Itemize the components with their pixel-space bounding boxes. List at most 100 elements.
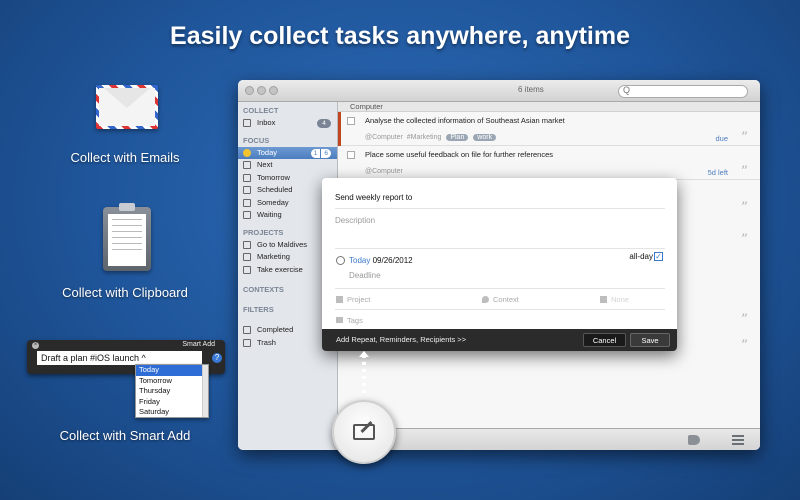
task-row[interactable]: Place some useful feedback on file for f… — [338, 146, 760, 180]
dropdown-option-tomorrow[interactable]: Tomorrow — [136, 376, 208, 387]
bottom-toolbar — [338, 428, 760, 450]
today-overdue-count: 1 — [310, 148, 322, 158]
project-label: Project — [347, 295, 371, 304]
items-count: 6 items — [518, 85, 544, 94]
sidebar-item-label: Completed — [257, 325, 294, 334]
all-day-label: all-day — [629, 252, 653, 261]
quick-entry-popup: Send weekly report to Description Today … — [322, 178, 677, 351]
smart-add-input[interactable]: Draft a plan #iOS launch ^ — [37, 351, 202, 365]
list-view-icon[interactable] — [732, 435, 744, 445]
divider — [335, 248, 665, 249]
date-value: 09/26/2012 — [372, 256, 413, 265]
sidebar-item-label: Trash — [257, 337, 276, 347]
deadline-field[interactable]: Deadline — [349, 271, 381, 280]
headline: Easily collect tasks anywhere, anytime — [170, 22, 630, 50]
close-icon[interactable]: × — [32, 342, 39, 349]
sidebar-item-label: Scheduled — [257, 185, 293, 194]
collect-smart-add-label: Collect with Smart Add — [59, 428, 191, 443]
star-icon — [243, 148, 251, 157]
help-icon[interactable]: ? — [212, 353, 222, 363]
flag-icon — [600, 296, 607, 303]
context-label: Context — [493, 295, 519, 304]
divider — [335, 208, 665, 209]
task-checkbox[interactable] — [347, 117, 355, 125]
zoom-window-button[interactable] — [269, 86, 278, 95]
state-field[interactable]: None — [600, 295, 629, 304]
task-checkbox[interactable] — [347, 151, 355, 159]
project-icon — [243, 253, 251, 261]
paper-plane-icon — [243, 211, 251, 219]
today-total-count: 6 — [321, 148, 331, 158]
task-meta: @Computer #Marketing Plan work — [365, 134, 497, 141]
clipboard-icon — [103, 203, 151, 271]
cancel-button[interactable]: Cancel — [583, 333, 626, 347]
checkbox-icon — [243, 326, 251, 334]
more-options-link[interactable]: Add Repeat, Reminders, Recipients >> — [336, 335, 466, 344]
sidebar-item-label: Next — [257, 160, 273, 169]
divider — [335, 288, 665, 289]
envelope-icon — [96, 85, 158, 129]
note-icon[interactable]: ” — [741, 164, 748, 180]
note-icon[interactable]: ” — [741, 130, 748, 146]
task-title: Place some useful feedback on file for f… — [365, 150, 554, 159]
sidebar-item-label: Inbox — [257, 118, 276, 127]
project-field[interactable]: Project — [336, 295, 370, 304]
dropdown-option-thursday[interactable]: Thursday — [136, 386, 208, 397]
note-icon[interactable]: ” — [741, 312, 748, 328]
due-status: due — [715, 134, 728, 143]
task-title-input[interactable]: Send weekly report to — [335, 193, 412, 202]
tags-field[interactable]: Tags — [336, 316, 363, 325]
date-today: Today — [349, 256, 371, 265]
task-row[interactable]: Analyse the collected information of Sou… — [338, 112, 760, 146]
sidebar-item-next[interactable]: Next — [238, 159, 337, 172]
calendar-icon — [243, 198, 251, 207]
task-context: @Computer — [365, 168, 403, 175]
quick-entry-footer: Add Repeat, Reminders, Recipients >> Can… — [322, 329, 677, 351]
task-context: @Computer — [365, 134, 403, 141]
clock-icon — [336, 256, 345, 265]
tags-label: Tags — [347, 316, 363, 325]
minimize-window-button[interactable] — [257, 86, 266, 95]
context-field[interactable]: Context — [482, 295, 519, 304]
collect-emails-label: Collect with Emails — [70, 150, 180, 165]
tag-icon[interactable] — [688, 435, 700, 445]
due-status: 5d left — [707, 168, 728, 177]
dropdown-scrollbar[interactable] — [202, 365, 208, 417]
calendar-icon — [243, 186, 251, 194]
inbox-icon — [243, 119, 251, 127]
tag-badge[interactable]: work — [473, 134, 497, 141]
smart-add-title: Smart Add — [182, 341, 215, 348]
sidebar-item-label: Go to Maldives — [257, 239, 308, 249]
task-hashtag: #Marketing — [406, 134, 442, 141]
dropdown-option-saturday[interactable]: Saturday — [136, 407, 208, 417]
description-input[interactable]: Description — [335, 216, 375, 225]
project-icon — [243, 240, 251, 249]
close-window-button[interactable] — [245, 86, 254, 95]
sidebar-item-inbox[interactable]: Inbox 4 — [238, 117, 337, 130]
sidebar-item-label: Someday — [257, 197, 289, 207]
task-title: Analyse the collected information of Sou… — [365, 116, 565, 125]
sidebar-item-label: Marketing — [257, 252, 290, 261]
date-field[interactable]: Today 09/26/2012 — [349, 256, 413, 265]
note-icon[interactable]: ” — [741, 200, 748, 216]
smart-add-dropdown: Today Tomorrow Thursday Friday Saturday — [135, 364, 209, 418]
sidebar-item-today[interactable]: Today 1 6 — [238, 146, 337, 159]
dotted-connector — [362, 355, 366, 395]
all-day-checkbox[interactable]: ✓ — [654, 252, 663, 261]
dropdown-option-friday[interactable]: Friday — [136, 397, 208, 408]
dropdown-option-today[interactable]: Today — [136, 365, 208, 376]
task-meta: @Computer — [365, 168, 403, 175]
calendar-icon — [243, 173, 251, 182]
note-icon[interactable]: ” — [741, 338, 748, 354]
note-icon[interactable]: ” — [741, 232, 748, 248]
project-icon — [243, 265, 251, 274]
sidebar-header-collect: COLLECT — [243, 106, 279, 115]
tag-badge[interactable]: Plan — [446, 134, 469, 141]
sidebar-item-label: Take exercise — [257, 264, 303, 274]
search-input[interactable]: Q — [618, 85, 748, 98]
save-button[interactable]: Save — [630, 333, 670, 347]
group-header: Computer — [338, 102, 760, 112]
sidebar-item-label: Tomorrow — [257, 172, 290, 182]
trash-icon — [243, 338, 251, 347]
quick-entry-button[interactable] — [332, 400, 396, 464]
